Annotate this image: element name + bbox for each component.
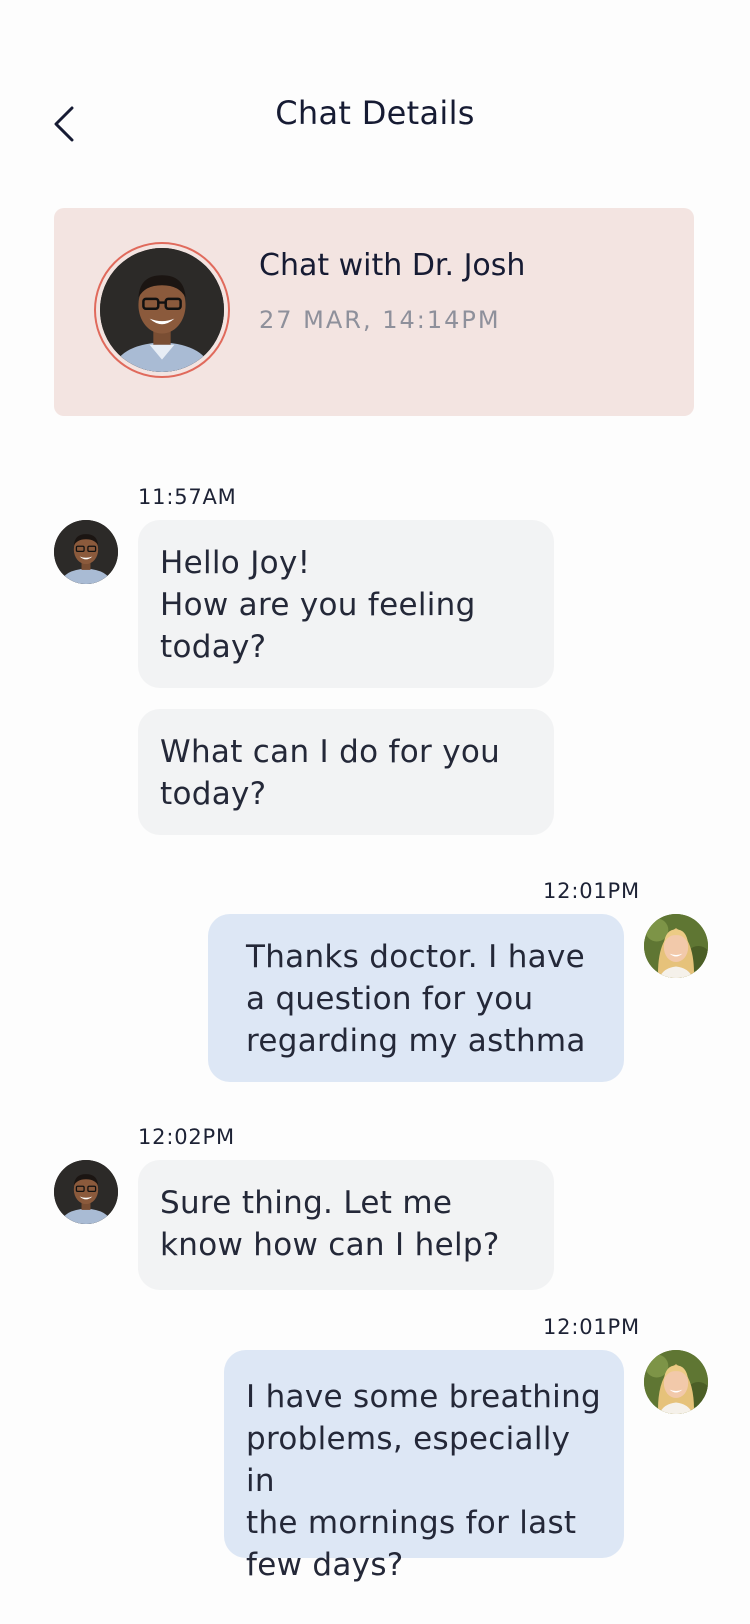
message-line: Sure thing. Let me <box>160 1185 453 1221</box>
outgoing-message-bubble[interactable]: Thanks doctor. I have a question for you… <box>208 914 624 1082</box>
doctor-avatar <box>54 520 118 584</box>
message-line: the mornings for last <box>246 1505 577 1541</box>
message-line: today? <box>160 629 267 665</box>
chat-datetime: 27 MAR, 14:14PM <box>259 306 501 334</box>
message-line: Thanks doctor. I have <box>246 939 585 975</box>
message-line: know how can I help? <box>160 1227 500 1263</box>
message-line: What can I do for you <box>160 734 501 770</box>
message-line: few days? <box>246 1547 404 1583</box>
message-timestamp: 12:01PM <box>543 1315 640 1339</box>
message-line: today? <box>160 776 267 812</box>
incoming-message-bubble[interactable]: Hello Joy! How are you feeling today? <box>138 520 554 688</box>
message-line: a question for you <box>246 981 534 1017</box>
outgoing-message-bubble[interactable]: I have some breathing problems, especial… <box>224 1350 624 1583</box>
message-timestamp: 12:02PM <box>138 1125 235 1149</box>
user-avatar <box>644 1350 708 1414</box>
user-avatar <box>644 914 708 978</box>
incoming-message-bubble[interactable]: What can I do for you today? <box>138 709 554 835</box>
chat-title: Chat with Dr. Josh <box>259 248 526 283</box>
chat-summary-card[interactable]: Chat with Dr. Josh 27 MAR, 14:14PM <box>54 208 694 416</box>
message-timestamp: 12:01PM <box>543 879 640 903</box>
message-line: How are you feeling <box>160 587 476 623</box>
message-line: Hello Joy! <box>160 545 311 581</box>
doctor-avatar <box>100 248 224 372</box>
doctor-avatar-ring <box>94 242 230 378</box>
message-line: problems, especially in <box>246 1421 571 1499</box>
incoming-message-bubble[interactable]: Sure thing. Let me know how can I help? <box>138 1160 554 1290</box>
chat-details-screen: Chat Details Chat with Dr. Josh 27 MAR, … <box>0 0 750 1624</box>
doctor-avatar <box>54 1160 118 1224</box>
message-line: regarding my asthma <box>246 1023 586 1059</box>
message-line: I have some breathing <box>246 1379 602 1415</box>
message-timestamp: 11:57AM <box>138 485 237 509</box>
page-title: Chat Details <box>275 94 475 132</box>
